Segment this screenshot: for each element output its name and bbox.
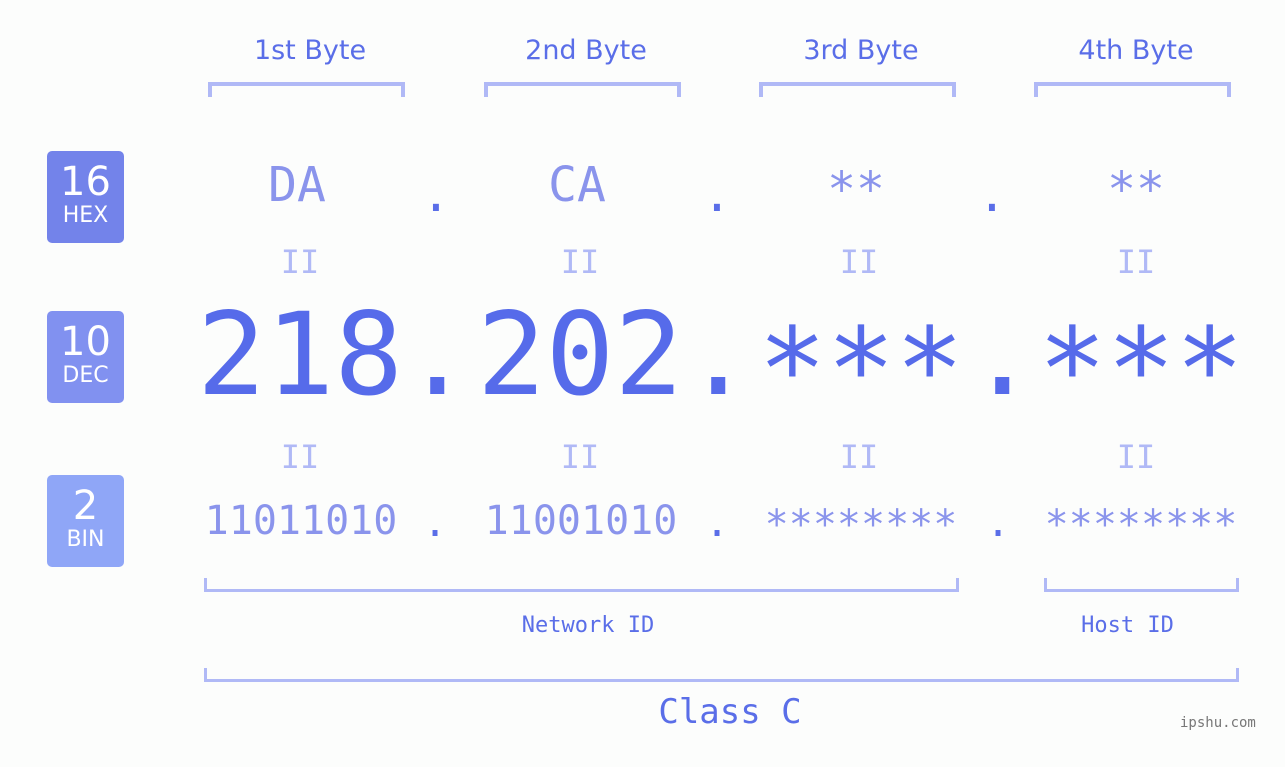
network-id-label: Network ID	[521, 613, 655, 638]
equals-sign: II	[280, 438, 320, 476]
equals-sign: II	[839, 243, 879, 281]
byte-header-2: 2nd Byte	[525, 35, 647, 66]
dec-badge: 10 DEC	[47, 311, 124, 403]
byte-bracket-1	[208, 82, 405, 97]
byte-bracket-2	[484, 82, 681, 97]
bin-byte-2: 11001010	[484, 498, 678, 544]
host-id-bracket	[1044, 578, 1239, 592]
dec-badge-number: 10	[60, 319, 111, 365]
equals-sign: II	[280, 243, 320, 281]
byte-bracket-3	[759, 82, 956, 97]
hex-badge: 16 HEX	[47, 151, 124, 243]
byte-header-1: 1st Byte	[253, 35, 367, 66]
equals-sign: II	[560, 243, 600, 281]
equals-sign: II	[1116, 438, 1156, 476]
byte-header-3: 3rd Byte	[803, 35, 919, 66]
dec-separator: .	[684, 288, 753, 421]
byte-header-4: 4th Byte	[1078, 35, 1194, 66]
hex-byte-4: **	[1107, 162, 1165, 218]
equals-sign: II	[839, 438, 879, 476]
network-id-bracket	[204, 578, 959, 592]
equals-sign: II	[1116, 243, 1156, 281]
bin-badge-number: 2	[72, 483, 99, 529]
equals-sign: II	[560, 438, 600, 476]
hex-badge-label: HEX	[62, 203, 109, 228]
hex-byte-3: **	[827, 162, 885, 218]
bin-separator: .	[985, 500, 1011, 546]
hex-separator: .	[421, 167, 451, 223]
bin-byte-1: 11011010	[204, 498, 398, 544]
dec-byte-4: ***	[1038, 303, 1244, 436]
hex-byte-1: DA	[268, 157, 326, 213]
bin-badge-label: BIN	[66, 527, 105, 552]
byte-bracket-4	[1034, 82, 1231, 97]
dec-byte-3: ***	[758, 303, 964, 436]
bin-badge: 2 BIN	[47, 475, 124, 567]
dec-byte-2: 202	[477, 288, 683, 421]
hex-separator: .	[977, 167, 1007, 223]
class-label: Class C	[658, 692, 802, 732]
bin-separator: .	[422, 500, 448, 546]
dec-separator: .	[968, 288, 1037, 421]
dec-badge-label: DEC	[62, 363, 109, 388]
dec-separator: .	[403, 288, 472, 421]
bin-separator: .	[704, 500, 730, 546]
bin-byte-4: ********	[1044, 502, 1238, 548]
bin-byte-3: ********	[764, 502, 958, 548]
hex-separator: .	[702, 167, 732, 223]
hex-byte-2: CA	[548, 157, 606, 213]
dec-byte-1: 218	[197, 288, 403, 421]
watermark: ipshu.com	[1180, 715, 1256, 731]
hex-badge-number: 16	[60, 159, 111, 205]
host-id-label: Host ID	[1081, 613, 1174, 638]
class-bracket	[204, 668, 1239, 682]
